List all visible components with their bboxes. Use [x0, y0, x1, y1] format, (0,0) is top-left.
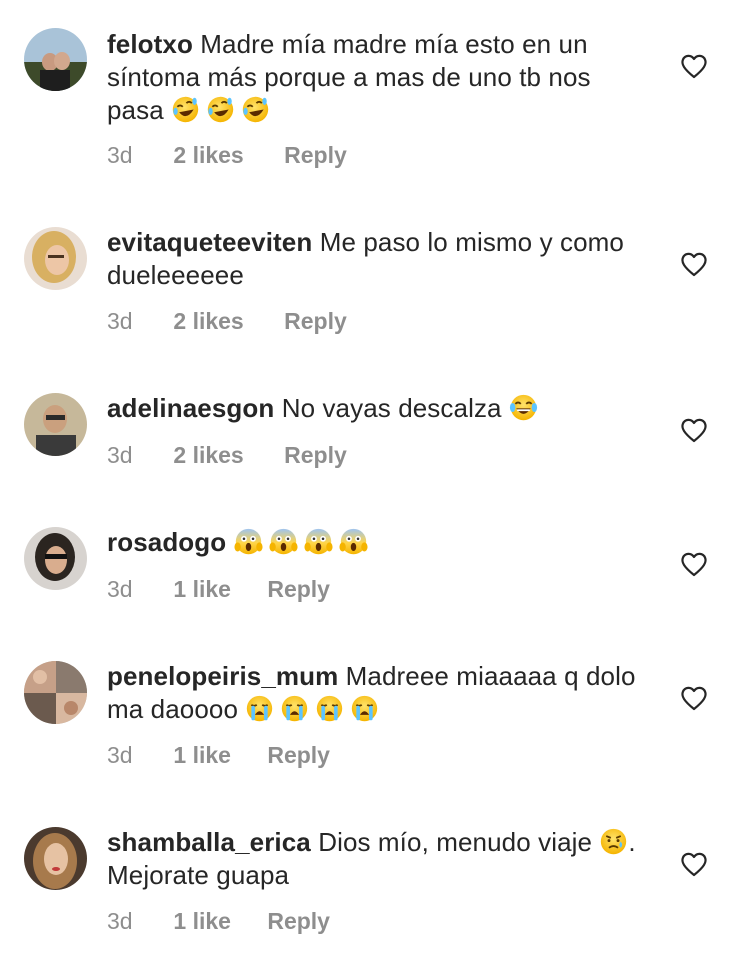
comment-text: adelinaesgon No vayas descalza — [107, 392, 652, 425]
comment-timestamp: 3d — [107, 742, 133, 768]
avatar[interactable] — [24, 28, 87, 91]
avatar[interactable] — [24, 527, 87, 590]
comment-timestamp: 3d — [107, 308, 133, 334]
comment-likes-count[interactable]: 1 like — [173, 908, 231, 935]
comment-text: felotxo Madre mía madre mía esto en un s… — [107, 28, 652, 127]
like-heart-icon[interactable] — [680, 251, 708, 277]
avatar[interactable] — [24, 661, 87, 724]
scream-emoji — [234, 527, 263, 556]
comment-username[interactable]: felotxo — [107, 29, 193, 59]
comment-likes-count[interactable]: 1 like — [173, 576, 231, 603]
comment-timestamp: 3d — [107, 442, 133, 468]
reply-button[interactable]: Reply — [267, 576, 330, 603]
sad-relieved-emoji — [599, 827, 628, 856]
comment-text: evitaqueteeviten Me paso lo mismo y como… — [107, 226, 652, 292]
loudly-crying-emoji — [280, 694, 309, 723]
comment-username[interactable]: evitaqueteeviten — [107, 227, 312, 257]
like-heart-icon[interactable] — [680, 53, 708, 79]
rofl-emoji — [241, 95, 271, 124]
like-heart-icon[interactable] — [680, 685, 708, 711]
reply-button[interactable]: Reply — [284, 442, 347, 469]
comment-timestamp: 3d — [107, 908, 133, 934]
loudly-crying-emoji — [245, 694, 274, 723]
scream-emoji — [304, 527, 333, 556]
like-heart-icon[interactable] — [680, 417, 708, 443]
like-heart-icon[interactable] — [680, 551, 708, 577]
reply-button[interactable]: Reply — [284, 308, 347, 335]
comment-meta: 3d 2 likes Reply — [107, 142, 347, 169]
comment-likes-count[interactable]: 2 likes — [173, 142, 243, 169]
comment-meta: 3d 2 likes Reply — [107, 442, 347, 469]
comment-body: No vayas descalza — [281, 393, 502, 423]
avatar[interactable] — [24, 227, 87, 290]
comment-timestamp: 3d — [107, 142, 133, 168]
comment-meta: 3d 2 likes Reply — [107, 308, 347, 335]
scream-emoji — [269, 527, 298, 556]
comment-meta: 3d 1 like Reply — [107, 908, 330, 935]
comment-body: Dios mío, menudo viaje — [318, 827, 593, 857]
scream-emoji — [339, 527, 368, 556]
comment-text: rosadogo — [107, 526, 652, 559]
loudly-crying-emoji — [350, 694, 379, 723]
tears-of-joy-emoji — [508, 393, 538, 422]
comment-likes-count[interactable]: 2 likes — [173, 308, 243, 335]
comment-username[interactable]: rosadogo — [107, 527, 226, 557]
comment-likes-count[interactable]: 1 like — [173, 742, 231, 769]
comment-meta: 3d 1 like Reply — [107, 742, 330, 769]
loudly-crying-emoji — [315, 694, 344, 723]
rofl-emoji — [171, 95, 201, 124]
avatar[interactable] — [24, 827, 87, 890]
like-heart-icon[interactable] — [680, 851, 708, 877]
avatar[interactable] — [24, 393, 87, 456]
comment-text: shamballa_erica Dios mío, menudo viaje .… — [107, 826, 652, 892]
comment-likes-count[interactable]: 2 likes — [173, 442, 243, 469]
comment-username[interactable]: adelinaesgon — [107, 393, 274, 423]
reply-button[interactable]: Reply — [267, 908, 330, 935]
reply-button[interactable]: Reply — [284, 142, 347, 169]
comment-username[interactable]: penelopeiris_mum — [107, 661, 338, 691]
reply-button[interactable]: Reply — [267, 742, 330, 769]
comment-username[interactable]: shamballa_erica — [107, 827, 311, 857]
comment-meta: 3d 1 like Reply — [107, 576, 330, 603]
comment-timestamp: 3d — [107, 576, 133, 602]
comment-text: penelopeiris_mum Madreee miaaaaa q dolo … — [107, 660, 652, 726]
rofl-emoji — [206, 95, 236, 124]
